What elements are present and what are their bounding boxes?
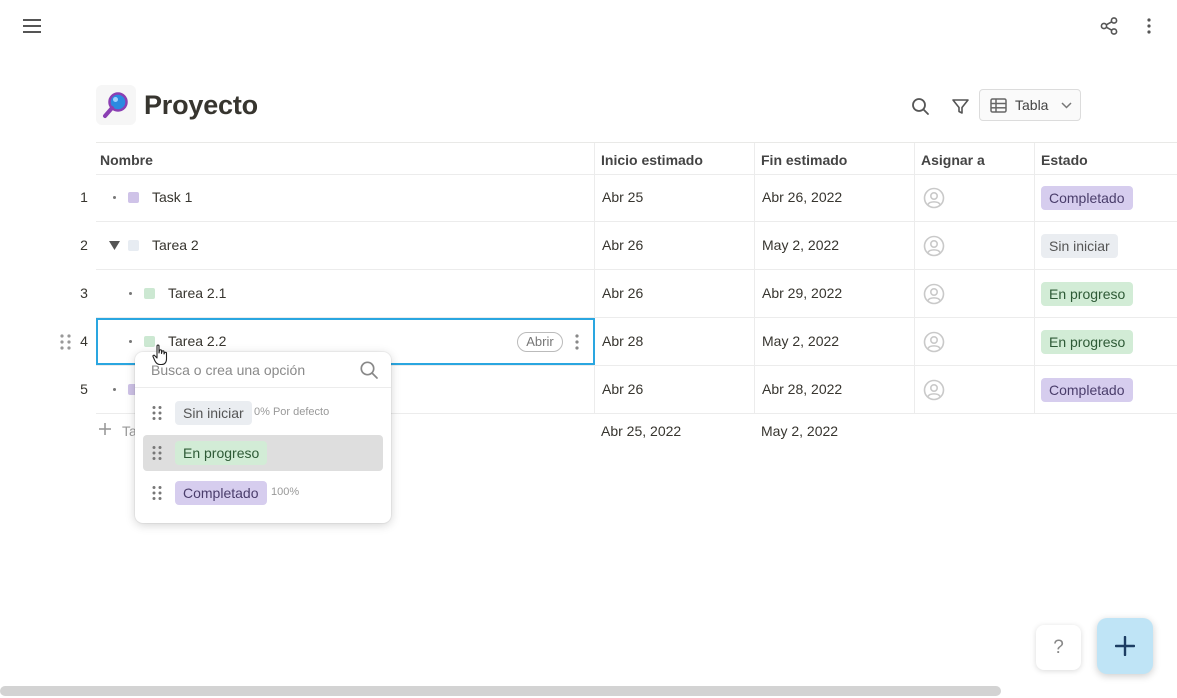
column-header-asignar[interactable]: Asignar a [921,152,985,168]
user-avatar-icon[interactable] [923,187,945,209]
task-name[interactable]: Task 1 [152,189,192,205]
plus-icon[interactable] [98,422,112,436]
option-label: Completado [175,481,267,505]
option-meta: 100% [271,486,300,498]
view-selector[interactable]: Tabla [979,89,1081,121]
row-number: 4 [80,333,88,349]
status-badge[interactable]: Completado [1041,186,1133,210]
start-date[interactable]: Abr 28 [602,333,643,349]
page-header: Proyecto [96,85,258,125]
status-dropdown: Sin iniciar 0% Por defecto En progreso C… [135,352,391,523]
plus-icon [1115,636,1135,656]
horizontal-scrollbar[interactable] [0,686,1001,696]
start-date[interactable]: Abr 26 [602,285,643,301]
option-completado[interactable]: Completado 100% [143,475,383,511]
task-color-swatch [144,288,155,299]
drag-handle-icon[interactable] [59,333,73,351]
option-meta: 0% Por defecto [254,406,330,418]
drag-handle-icon[interactable] [151,405,163,421]
more-vertical-icon[interactable] [1137,12,1161,40]
search-icon[interactable] [906,92,934,120]
user-avatar-icon[interactable] [923,235,945,257]
table-icon [990,97,1007,113]
bullet-icon [113,388,116,391]
start-date[interactable]: Abr 25 [602,189,643,205]
option-label: Sin iniciar [175,401,252,425]
column-header-fin[interactable]: Fin estimado [761,152,847,168]
option-search-input[interactable] [151,360,351,380]
status-badge[interactable]: En progreso [1041,330,1134,354]
table-row[interactable]: 2 Tarea 2 Abr 26 May 2, 2022 Sin iniciar [0,222,1177,270]
status-badge[interactable]: Sin iniciar [1041,234,1118,258]
hand-cursor-icon [152,344,168,366]
end-date[interactable]: Abr 26, 2022 [762,189,842,205]
filter-icon[interactable] [946,92,974,120]
task-color-swatch [128,192,139,203]
chevron-down-icon [1061,101,1072,109]
table-row[interactable]: 3 Tarea 2.1 Abr 26 Abr 29, 2022 En progr… [0,270,1177,318]
open-row-button[interactable]: Abrir [517,332,563,352]
start-date[interactable]: Abr 26 [602,381,643,397]
user-avatar-icon[interactable] [923,283,945,305]
row-number: 1 [80,189,88,205]
task-name[interactable]: Tarea 2 [152,237,199,253]
row-number: 5 [80,381,88,397]
table-row[interactable]: 1 Task 1 Abr 25 Abr 26, 2022 Completado [0,174,1177,222]
status-badge[interactable]: En progreso [1041,282,1134,306]
status-badge[interactable]: Completado [1041,378,1133,402]
end-date[interactable]: May 2, 2022 [762,333,839,349]
search-icon [360,361,378,379]
end-date[interactable]: May 2, 2022 [762,237,839,253]
drag-handle-icon[interactable] [151,485,163,501]
task-color-swatch [128,240,139,251]
table-header: Nombre Inicio estimado Fin estimado Asig… [0,143,1177,175]
magnifying-glass-icon[interactable] [96,85,136,125]
column-header-nombre[interactable]: Nombre [100,152,153,168]
start-date[interactable]: Abr 26 [602,237,643,253]
help-button[interactable]: ? [1036,625,1081,670]
option-en-progreso[interactable]: En progreso [143,435,383,471]
task-name[interactable]: Tarea 2.1 [168,285,226,301]
column-header-estado[interactable]: Estado [1041,152,1088,168]
row-number: 2 [80,237,88,253]
option-label: En progreso [175,441,268,465]
option-sin-iniciar[interactable]: Sin iniciar 0% Por defecto [143,395,383,431]
share-icon[interactable] [1095,12,1123,40]
add-fab-button[interactable] [1097,618,1153,674]
start-summary: Abr 25, 2022 [601,423,682,439]
column-header-inicio[interactable]: Inicio estimado [601,152,703,168]
page-title[interactable]: Proyecto [144,90,258,121]
row-more-icon[interactable] [570,332,584,352]
collapse-triangle-icon[interactable] [108,239,120,251]
end-date[interactable]: Abr 29, 2022 [762,285,842,301]
drag-handle-icon[interactable] [151,445,163,461]
dropdown-search [135,352,391,388]
user-avatar-icon[interactable] [923,379,945,401]
bullet-icon [113,196,116,199]
hamburger-menu-icon[interactable] [18,12,46,40]
bullet-icon [129,292,132,295]
view-label: Tabla [1015,97,1049,113]
end-summary: May 2, 2022 [761,423,839,439]
row-number: 3 [80,285,88,301]
user-avatar-icon[interactable] [923,331,945,353]
end-date[interactable]: Abr 28, 2022 [762,381,842,397]
